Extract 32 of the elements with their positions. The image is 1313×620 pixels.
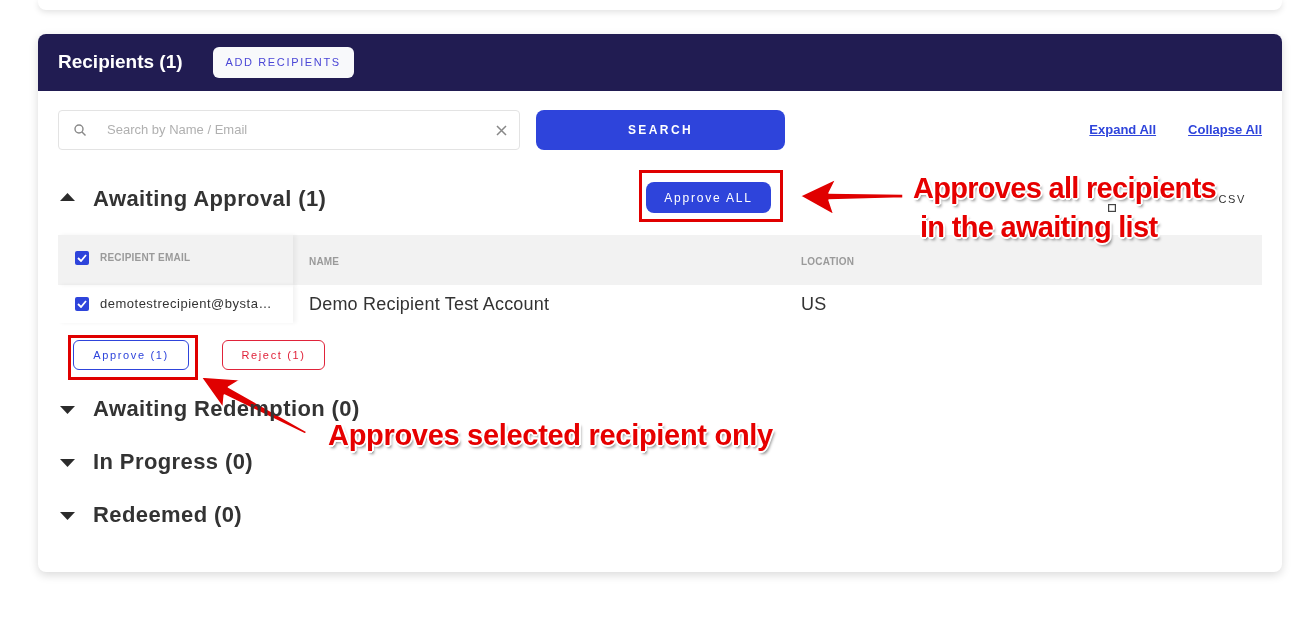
panel-title: Recipients (1)	[58, 50, 183, 75]
search-input[interactable]: Search by Name / Email	[107, 120, 496, 140]
section-title[interactable]: In Progress (0)	[93, 450, 254, 473]
search-icon	[74, 124, 86, 136]
caret-down-icon[interactable]	[60, 511, 75, 520]
link[interactable]: Expand All	[1089, 120, 1157, 140]
link[interactable]: Collapse All	[1188, 120, 1262, 140]
annotation-text: Approves selected recipient only	[328, 420, 773, 450]
annotation-text: Approves all recipients	[913, 173, 1216, 203]
section-title[interactable]: Awaiting Approval (1)	[93, 187, 639, 210]
approve-all-button[interactable]: Approve ALL	[646, 182, 771, 213]
column-header: LOCATION	[801, 254, 855, 269]
approve-button[interactable]: Approve (1)	[73, 340, 189, 370]
column-header: RECIPIENT EMAIL	[100, 251, 191, 265]
reject-button[interactable]: Reject (1)	[222, 340, 325, 370]
square-icon	[1108, 204, 1117, 212]
caret-down-icon[interactable]	[60, 405, 75, 414]
column-header: NAME	[309, 254, 340, 269]
caret-up-icon[interactable]	[60, 193, 75, 201]
search-button[interactable]: SEARCH	[536, 110, 785, 150]
checkbox[interactable]	[75, 297, 89, 311]
annotation-text: in the awaiting list	[920, 212, 1158, 242]
download-label[interactable]: CSV	[1218, 190, 1246, 208]
section-title[interactable]: Redeemed (0)	[93, 503, 243, 526]
clear-icon[interactable]	[496, 124, 507, 136]
search-field[interactable]: Search by Name / Email	[58, 110, 520, 150]
caret-down-icon[interactable]	[60, 458, 75, 467]
table-cell-text: demotestrecipient@bysta…	[100, 295, 272, 314]
table-cell-text: Demo Recipient Test Account	[309, 292, 550, 316]
add-recipients-button[interactable]: ADD RECIPIENTS	[212, 47, 354, 78]
checkbox[interactable]	[75, 251, 89, 265]
table-cell-text: US	[801, 292, 827, 316]
